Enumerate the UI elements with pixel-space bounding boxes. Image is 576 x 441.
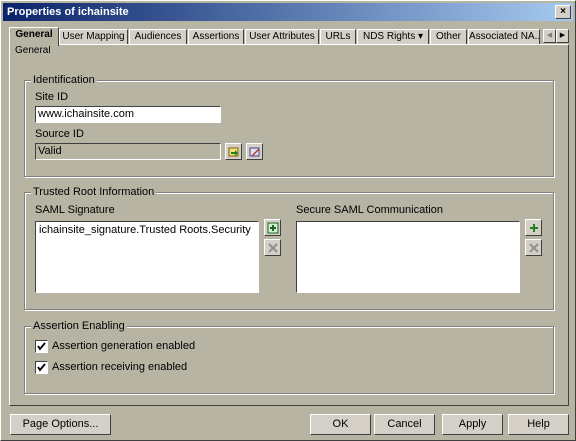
tab-urls[interactable]: URLs (320, 29, 356, 45)
identification-legend: Identification (31, 74, 97, 86)
help-button[interactable]: Help (508, 414, 569, 435)
assertion-generation-checkbox-row[interactable]: Assertion generation enabled (35, 340, 335, 354)
tab-associated-na[interactable]: Associated NA... (468, 29, 540, 45)
site-id-input[interactable]: www.ichainsite.com (35, 106, 221, 123)
checkmark-icon (37, 342, 46, 351)
properties-dialog: Properties of ichainsite × General User … (0, 0, 576, 441)
tab-scroll-right-icon[interactable]: ▶ (556, 29, 569, 43)
saml-signature-label: SAML Signature (35, 204, 115, 216)
add-secure-saml-icon[interactable] (525, 219, 542, 236)
tab-audiences[interactable]: Audiences (129, 29, 187, 45)
tab-assertions[interactable]: Assertions (188, 29, 244, 45)
assertion-enabling-legend: Assertion Enabling (31, 320, 127, 332)
edit-source-icon[interactable] (246, 143, 263, 160)
tab-other[interactable]: Other (430, 29, 467, 45)
remove-secure-saml-icon[interactable] (525, 239, 542, 256)
browse-source-icon[interactable] (225, 143, 242, 160)
close-button[interactable]: × (555, 5, 571, 19)
identification-group: Identification Site ID www.ichainsite.co… (24, 74, 554, 177)
trusted-root-group: Trusted Root Information SAML Signature … (24, 186, 554, 310)
secure-saml-label: Secure SAML Communication (296, 204, 443, 216)
title-bar: Properties of ichainsite × (3, 3, 573, 21)
site-id-label: Site ID (35, 91, 69, 103)
tab-nds-rights[interactable]: NDS Rights ▾ (357, 29, 429, 45)
assertion-receiving-label[interactable]: Assertion receiving enabled (52, 361, 187, 373)
secure-saml-list[interactable] (296, 221, 520, 293)
tab-user-mapping[interactable]: User Mapping (59, 29, 128, 45)
tab-general[interactable]: General (9, 27, 59, 46)
source-id-label: Source ID (35, 128, 84, 140)
remove-saml-signature-icon[interactable] (264, 239, 281, 256)
tab-strip: General User Mapping Audiences Assertion… (9, 27, 569, 46)
tab-user-attributes[interactable]: User Attributes (245, 29, 319, 45)
cancel-button[interactable]: Cancel (374, 414, 435, 435)
apply-button[interactable]: Apply (442, 414, 503, 435)
ok-button[interactable]: OK (310, 414, 371, 435)
assertion-generation-checkbox[interactable] (35, 340, 48, 353)
trusted-root-legend: Trusted Root Information (31, 186, 157, 198)
assertion-generation-label[interactable]: Assertion generation enabled (52, 340, 195, 352)
saml-signature-list[interactable]: ichainsite_signature.Trusted Roots.Secur… (35, 221, 259, 293)
source-id-field: Valid (35, 143, 221, 160)
tab-scroll-left-icon[interactable]: ◀ (543, 29, 556, 43)
assertion-receiving-checkbox[interactable] (35, 361, 48, 374)
assertion-receiving-checkbox-row[interactable]: Assertion receiving enabled (35, 361, 335, 375)
add-saml-signature-icon[interactable] (264, 219, 281, 236)
checkmark-icon (37, 363, 46, 372)
page-options-button[interactable]: Page Options... (10, 414, 111, 435)
list-item[interactable]: ichainsite_signature.Trusted Roots.Secur… (39, 224, 255, 236)
window-title: Properties of ichainsite (7, 6, 129, 18)
assertion-enabling-group: Assertion Enabling Assertion generation … (24, 320, 554, 394)
